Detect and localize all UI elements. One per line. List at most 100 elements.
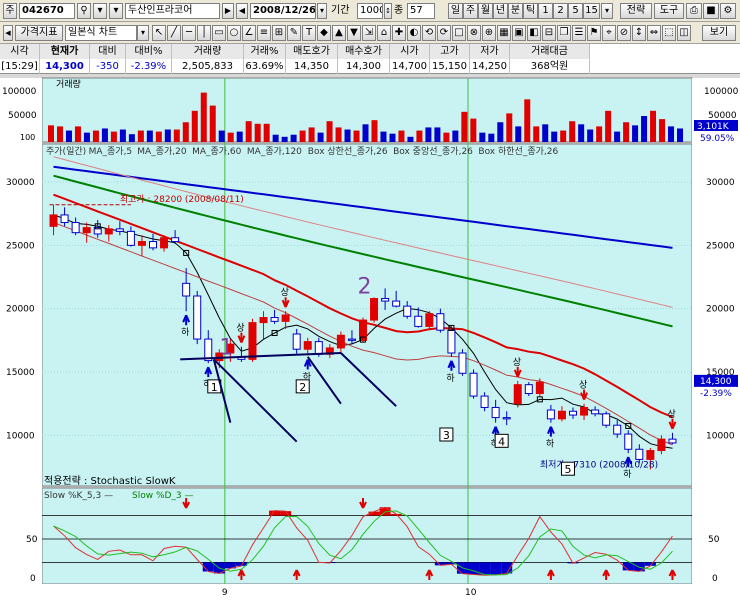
menu-icon[interactable]: ☰ [572, 25, 586, 41]
collapse-icon[interactable]: ◀ [3, 25, 13, 41]
candle-body [259, 317, 268, 324]
quote-header-open: 시가 [390, 44, 430, 59]
price-legend-item: Box 중앙선_종가,26 [393, 145, 473, 157]
candle-body [436, 313, 445, 331]
pen-icon[interactable]: ✎ [287, 25, 301, 41]
print-icon[interactable]: ⎙ [686, 3, 702, 19]
target-icon[interactable]: ⌖ [602, 25, 616, 41]
period-btn-week[interactable]: 주 [463, 3, 478, 19]
volume-axis-label: 50000 [708, 111, 737, 121]
period-btn-15[interactable]: 15 [583, 3, 600, 19]
minus-icon[interactable]: ⊟ [542, 25, 556, 41]
flag-icon[interactable]: ⚑ [587, 25, 601, 41]
volume-bar [272, 134, 279, 142]
copy-icon[interactable]: ❐ [557, 25, 571, 41]
period-btn-year[interactable]: 년 [493, 3, 508, 19]
up-icon[interactable]: ▲ [332, 25, 346, 41]
chart-area[interactable]: 9 10 거래량 100000 50000 100 100000 50000 3,101K 59.… [0, 74, 740, 600]
date-dropdown-icon[interactable]: ▾ [317, 3, 327, 19]
period-btn-2[interactable]: 2 [553, 3, 568, 19]
resize-icon[interactable]: ⇲ [362, 25, 376, 41]
candle-body [624, 433, 633, 450]
period-btn-tick[interactable]: 틱 [523, 3, 538, 19]
type-input[interactable]: 57 [407, 3, 435, 19]
volume-bar [659, 119, 666, 142]
grid-icon[interactable]: ⊞ [272, 25, 286, 41]
box-icon[interactable]: □ [452, 25, 466, 41]
angle-icon[interactable]: ∠ [242, 25, 256, 41]
chart-type-select[interactable]: 일본식 차트 [65, 25, 137, 41]
chevron-down-icon[interactable]: ▾ [137, 25, 149, 41]
add-icon[interactable]: ⊕ [482, 25, 496, 41]
redo-icon[interactable]: ⟳ [437, 25, 451, 41]
search-icon[interactable]: ⚲ [77, 3, 91, 19]
period-spin-icon[interactable]: ↕ [384, 3, 392, 19]
period-btn-5[interactable]: 5 [568, 3, 583, 19]
volume-bar [416, 130, 423, 142]
type-label: 종 [394, 5, 404, 16]
fib-icon[interactable]: ≡ [257, 25, 271, 41]
split-icon[interactable]: ◧ [527, 25, 541, 41]
candle-body [381, 298, 390, 302]
save-icon[interactable]: ■ [703, 3, 719, 19]
box-label: 4 [498, 435, 505, 448]
half-icon[interactable]: ◐ [407, 25, 421, 41]
indicator-button[interactable]: 가격지표 [15, 25, 63, 41]
stoch-axis-label: 0 [30, 574, 36, 584]
vline-icon[interactable]: │ [197, 25, 211, 41]
chart-canvas[interactable]: 9 10거래량10000050000100100000500003,101K59.… [0, 74, 740, 600]
horiz-icon[interactable]: ⇔ [647, 25, 661, 41]
period-input[interactable]: 1000 [357, 3, 383, 19]
line-icon[interactable]: ╱ [167, 25, 181, 41]
cross-icon[interactable]: ✚ [392, 25, 406, 41]
chevron-down-icon[interactable]: ▾ [93, 3, 107, 19]
candle-body [591, 409, 600, 415]
volume-bar [155, 131, 162, 142]
frame-icon[interactable]: ⬚ [662, 25, 676, 41]
menu-button[interactable]: 주 [3, 3, 17, 19]
next-arrow-icon[interactable]: ◀ [236, 3, 248, 19]
date-input[interactable]: 2008/12/26 [250, 3, 316, 19]
hline-icon[interactable]: ─ [182, 25, 196, 41]
candle-body [447, 329, 456, 354]
tools-button[interactable]: 도구 [654, 3, 684, 19]
diamond-icon[interactable]: ◆ [317, 25, 331, 41]
clear-icon[interactable]: ⊗ [467, 25, 481, 41]
pointer-icon[interactable]: ↖ [152, 25, 166, 41]
prev-arrow-icon[interactable]: ▶ [222, 3, 234, 19]
volume-bar [551, 131, 558, 142]
view-button[interactable]: 보기 [702, 25, 736, 41]
undo-icon[interactable]: ⟲ [422, 25, 436, 41]
table-icon[interactable]: ▦ [497, 25, 511, 41]
quote-header-high: 고가 [430, 44, 470, 59]
candle-body [115, 228, 124, 232]
period-btn-month[interactable]: 월 [478, 3, 493, 19]
period-btn-minute[interactable]: 분 [508, 3, 523, 19]
stock-code-input[interactable]: 042670 [19, 3, 75, 19]
text-icon[interactable]: T [302, 25, 316, 41]
rect-icon[interactable]: ▭ [212, 25, 226, 41]
candle-body [126, 230, 135, 246]
vert-icon[interactable]: ↕ [632, 25, 646, 41]
quote-header-change: 대비 [90, 44, 126, 59]
strategy-button[interactable]: 전략 [620, 3, 652, 19]
down-icon[interactable]: ▼ [347, 25, 361, 41]
signal-down-label: 하 [446, 373, 455, 384]
volume-bar [641, 116, 648, 142]
candle-body [657, 438, 666, 452]
home-icon[interactable]: ⌂ [377, 25, 391, 41]
quote-value-high: 15,150 [430, 59, 470, 74]
volume-bar [281, 136, 288, 142]
period-btn-day[interactable]: 일 [448, 3, 463, 19]
settings-icon[interactable]: ⚙ [720, 3, 736, 19]
circle-icon[interactable]: ○ [227, 25, 241, 41]
chevron-down-icon[interactable]: ▾ [109, 3, 123, 19]
panel-icon[interactable]: ◫ [677, 25, 691, 41]
period-btn-1[interactable]: 1 [538, 3, 553, 19]
fill-icon[interactable]: ▣ [512, 25, 526, 41]
no-icon[interactable]: ⊘ [617, 25, 631, 41]
quote-value-volume: 2,505,833 [172, 59, 244, 74]
candle-body [60, 214, 69, 224]
period-dropdown-icon[interactable]: ▾ [601, 3, 613, 19]
candle-body [613, 424, 622, 435]
